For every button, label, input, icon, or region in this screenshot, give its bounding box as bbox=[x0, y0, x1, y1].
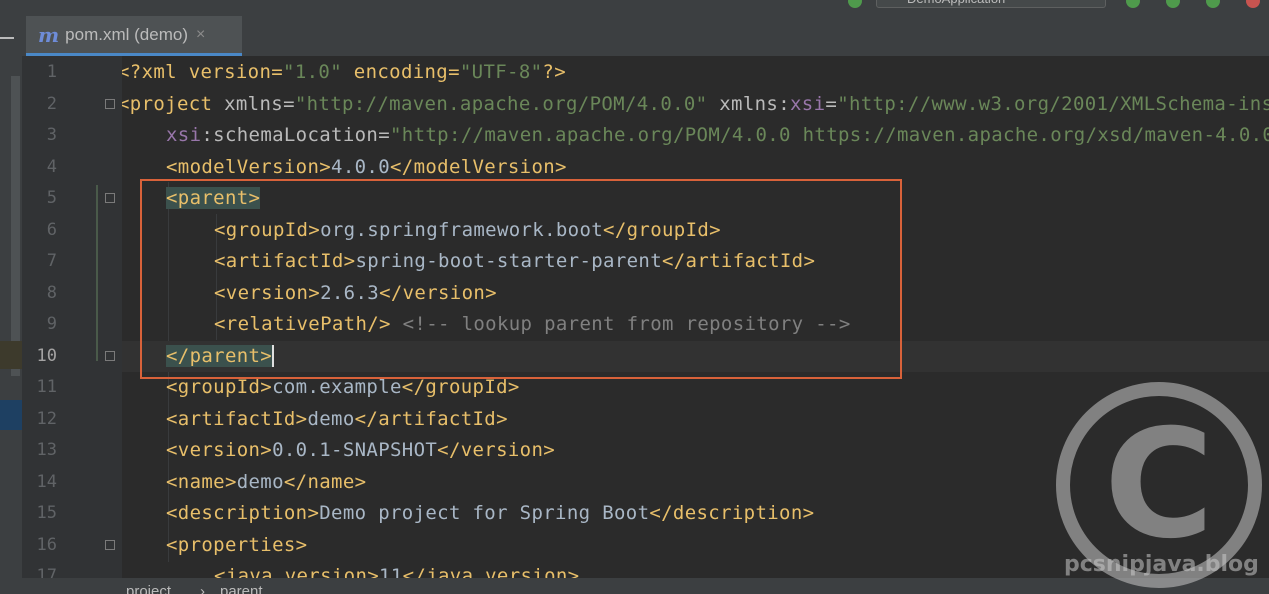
fold-icon[interactable] bbox=[105, 351, 115, 361]
vcs-change-marker[interactable] bbox=[96, 185, 98, 361]
breadcrumb-item-project[interactable]: project bbox=[126, 584, 171, 594]
line-number-active: 10 bbox=[36, 345, 57, 366]
close-icon[interactable]: × bbox=[196, 26, 205, 44]
code-line-15: <description>Demo project for Spring Boo… bbox=[166, 502, 815, 524]
annotation-highlight-box bbox=[140, 179, 902, 379]
tab-pom-xml[interactable]: m pom.xml (demo) × bbox=[26, 16, 242, 56]
line-number: 9 bbox=[46, 314, 57, 334]
coverage-icon[interactable] bbox=[1206, 0, 1220, 8]
breadcrumb-item-parent[interactable]: parent bbox=[220, 584, 263, 594]
current-line-marker bbox=[0, 341, 22, 369]
line-number: 16 bbox=[36, 534, 57, 555]
minimize-icon[interactable] bbox=[0, 37, 14, 39]
line-number: 8 bbox=[46, 282, 57, 303]
stop-icon[interactable] bbox=[1246, 0, 1260, 8]
line-number: 15 bbox=[36, 503, 57, 523]
run-configuration-selector[interactable]: DemoApplication bbox=[876, 0, 1106, 8]
line-number: 3 bbox=[46, 125, 57, 145]
code-line-12: <artifactId>demo</artifactId> bbox=[166, 407, 508, 430]
line-number: 12 bbox=[36, 408, 57, 429]
code-line-13: <version>0.0.1-SNAPSHOT</version> bbox=[166, 439, 556, 461]
left-tool-strip bbox=[0, 16, 22, 594]
line-number: 13 bbox=[36, 440, 57, 460]
fold-icon[interactable] bbox=[105, 540, 115, 550]
watermark-text: pcsnipjava.blog bbox=[1064, 552, 1259, 577]
fold-icon[interactable] bbox=[105, 193, 115, 203]
run-icon[interactable] bbox=[1126, 0, 1140, 8]
editor-tab-bar: m pom.xml (demo) × bbox=[22, 16, 1269, 57]
debug-icon[interactable] bbox=[1166, 0, 1180, 8]
scroll-marker bbox=[11, 76, 20, 376]
selection-marker bbox=[0, 400, 22, 430]
line-number: 11 bbox=[36, 377, 57, 397]
line-number: 4 bbox=[46, 156, 57, 177]
tab-label: pom.xml (demo) bbox=[65, 24, 188, 44]
code-line-14: <name>demo</name> bbox=[166, 470, 367, 493]
code-line-3: xsi:schemaLocation="http://maven.apache.… bbox=[166, 124, 1269, 146]
code-line-16: <properties> bbox=[166, 533, 308, 556]
line-number-gutter[interactable]: 1 2 3 4 5 6 7 8 9 10 11 12 13 14 15 16 1… bbox=[22, 56, 122, 586]
fold-icon[interactable] bbox=[105, 99, 115, 109]
code-line-2: <project xmlns="http://maven.apache.org/… bbox=[122, 92, 1269, 115]
line-number: 14 bbox=[36, 471, 57, 492]
breadcrumb-separator: › bbox=[200, 583, 205, 594]
top-toolbar: DemoApplication bbox=[0, 0, 1269, 16]
copyright-glyph: C bbox=[1103, 398, 1215, 572]
code-line-1: <?xml version="1.0" encoding="UTF-8"?> bbox=[122, 61, 566, 83]
maven-file-icon: m bbox=[38, 22, 60, 47]
line-number: 1 bbox=[46, 62, 57, 82]
breadcrumb: project › parent bbox=[22, 578, 1269, 594]
line-number: 2 bbox=[46, 93, 57, 114]
line-number: 7 bbox=[46, 251, 57, 271]
line-number: 6 bbox=[46, 219, 57, 240]
build-icon[interactable] bbox=[848, 0, 862, 8]
code-line-17: <java.version>11</java.version> bbox=[214, 565, 580, 578]
line-number: 5 bbox=[46, 188, 57, 208]
